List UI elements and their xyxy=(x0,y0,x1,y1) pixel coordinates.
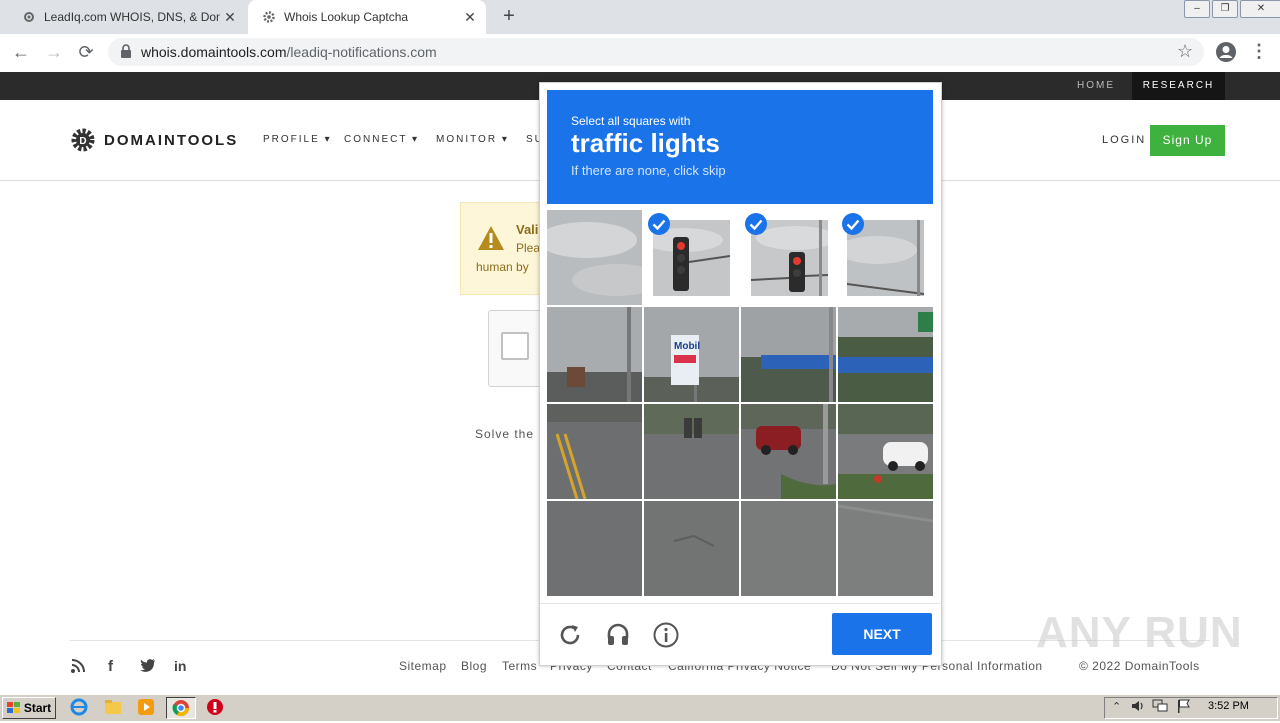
alert-text: Plea xyxy=(516,241,541,255)
reload-icon[interactable]: ⟳ xyxy=(74,40,98,64)
gear-favicon-icon xyxy=(22,10,36,24)
captcha-tile[interactable] xyxy=(741,404,836,499)
tray-expand-icon[interactable]: ⌃ xyxy=(1112,700,1121,713)
brand-name: DOMAINTOOLS xyxy=(104,131,239,149)
topbar-research-link[interactable]: RESEARCH xyxy=(1132,72,1225,100)
url-text[interactable]: whois.domaintools.com/leadiq-notificatio… xyxy=(141,44,437,60)
footer-link-terms[interactable]: Terms xyxy=(502,659,537,673)
volume-icon[interactable] xyxy=(1130,699,1146,713)
bookmark-star-icon[interactable]: ☆ xyxy=(1177,41,1193,62)
captcha-tile[interactable] xyxy=(838,404,933,499)
footer-link-sitemap[interactable]: Sitemap xyxy=(399,659,447,673)
alert-title: Vali xyxy=(516,222,539,237)
domaintools-gear-icon: D xyxy=(70,127,96,153)
forward-arrow-icon[interactable]: → xyxy=(42,40,66,64)
captcha-target-object: traffic lights xyxy=(571,128,720,158)
tab-title: LeadIq.com WHOIS, DNS, & Domain xyxy=(44,10,220,24)
svg-text:Mobil: Mobil xyxy=(674,341,700,352)
selected-check-icon xyxy=(841,212,865,236)
selected-check-icon xyxy=(647,212,671,236)
footer-copyright: © 2022 DomainTools xyxy=(1079,659,1200,673)
captcha-tile[interactable] xyxy=(838,307,933,402)
menu-monitor[interactable]: MONITOR ▾ xyxy=(436,134,509,145)
profile-avatar-icon[interactable] xyxy=(1215,41,1237,63)
footer-link-blog[interactable]: Blog xyxy=(461,659,487,673)
browser-tab-leadiq[interactable]: LeadIq.com WHOIS, DNS, & Domain ✕ xyxy=(8,0,246,34)
warning-icon xyxy=(476,224,506,257)
captcha-tile[interactable] xyxy=(741,501,836,596)
captcha-tile[interactable] xyxy=(644,404,739,499)
menu-connect[interactable]: CONNECT ▾ xyxy=(344,134,419,145)
browser-menu-icon[interactable]: ⋮ xyxy=(1250,41,1268,63)
new-tab-plus-icon[interactable]: + xyxy=(498,5,520,27)
signup-button[interactable]: Sign Up xyxy=(1150,125,1225,156)
menu-profile[interactable]: PROFILE ▾ xyxy=(263,134,332,145)
restore-icon[interactable]: ❐ xyxy=(1212,0,1238,18)
tab-title: Whois Lookup Captcha xyxy=(284,10,409,24)
back-arrow-icon[interactable]: ← xyxy=(9,40,33,64)
close-window-icon[interactable]: ✕ xyxy=(1240,0,1280,18)
captcha-tile[interactable] xyxy=(547,307,642,402)
captcha-tile[interactable] xyxy=(547,501,642,596)
url-path: /leadiq-notifications.com xyxy=(286,44,437,60)
svg-text:D: D xyxy=(79,136,86,147)
captcha-tile[interactable] xyxy=(547,210,642,305)
windows-flag-icon xyxy=(6,702,21,714)
captcha-skip-hint: If there are none, click skip xyxy=(571,163,726,178)
reload-challenge-icon[interactable] xyxy=(556,621,584,649)
start-label: Start xyxy=(23,701,52,715)
info-icon[interactable] xyxy=(652,621,680,649)
start-button[interactable]: Start xyxy=(2,697,56,719)
url-host: whois.domaintools.com xyxy=(141,44,287,60)
captcha-tile[interactable] xyxy=(741,307,836,402)
domaintools-logo[interactable]: D DOMAINTOOLS xyxy=(70,127,238,153)
opera-stop-icon[interactable] xyxy=(206,698,224,716)
lock-icon[interactable] xyxy=(120,44,132,58)
solve-instruction: Solve the xyxy=(475,427,535,441)
action-center-flag-icon[interactable] xyxy=(1176,699,1192,713)
anyrun-watermark: ANY RUN xyxy=(1036,608,1243,657)
linkedin-icon[interactable]: in xyxy=(174,658,192,676)
facebook-icon[interactable]: f xyxy=(108,658,126,676)
audio-challenge-icon[interactable] xyxy=(604,621,632,649)
browser-tab-captcha[interactable]: Whois Lookup Captcha ✕ xyxy=(248,0,486,34)
tab-close-icon[interactable]: ✕ xyxy=(460,9,480,26)
captcha-footer-divider xyxy=(540,603,940,604)
captcha-tile[interactable] xyxy=(644,501,739,596)
captcha-instruction: Select all squares with xyxy=(571,114,691,128)
menu-label: CONNECT xyxy=(344,134,408,145)
internet-explorer-icon[interactable] xyxy=(70,698,88,716)
network-icon[interactable] xyxy=(1152,699,1168,713)
recaptcha-checkbox[interactable] xyxy=(501,332,529,360)
captcha-tile[interactable] xyxy=(838,501,933,596)
gear-favicon-icon xyxy=(262,10,276,24)
tab-close-icon[interactable]: ✕ xyxy=(220,9,240,26)
chrome-taskbar-button[interactable] xyxy=(166,697,196,719)
taskbar-clock: 3:52 PM xyxy=(1208,700,1249,712)
next-button[interactable]: NEXT xyxy=(832,613,932,655)
media-player-icon[interactable] xyxy=(137,698,155,716)
alert-text-2: human by xyxy=(476,260,529,274)
topbar-home-link[interactable]: HOME xyxy=(1060,72,1132,100)
twitter-icon[interactable] xyxy=(140,658,158,676)
menu-label: PROFILE xyxy=(263,134,320,145)
selected-check-icon xyxy=(744,212,768,236)
login-link[interactable]: LOGIN xyxy=(1102,134,1146,146)
menu-label: MONITOR xyxy=(436,134,498,145)
rss-icon[interactable] xyxy=(70,658,88,676)
minimize-icon[interactable]: – xyxy=(1184,0,1210,18)
captcha-tile[interactable]: Mobil xyxy=(644,307,739,402)
file-explorer-icon[interactable] xyxy=(104,698,122,716)
captcha-tile[interactable] xyxy=(547,404,642,499)
window-controls: – ❐ ✕ xyxy=(1182,0,1280,18)
